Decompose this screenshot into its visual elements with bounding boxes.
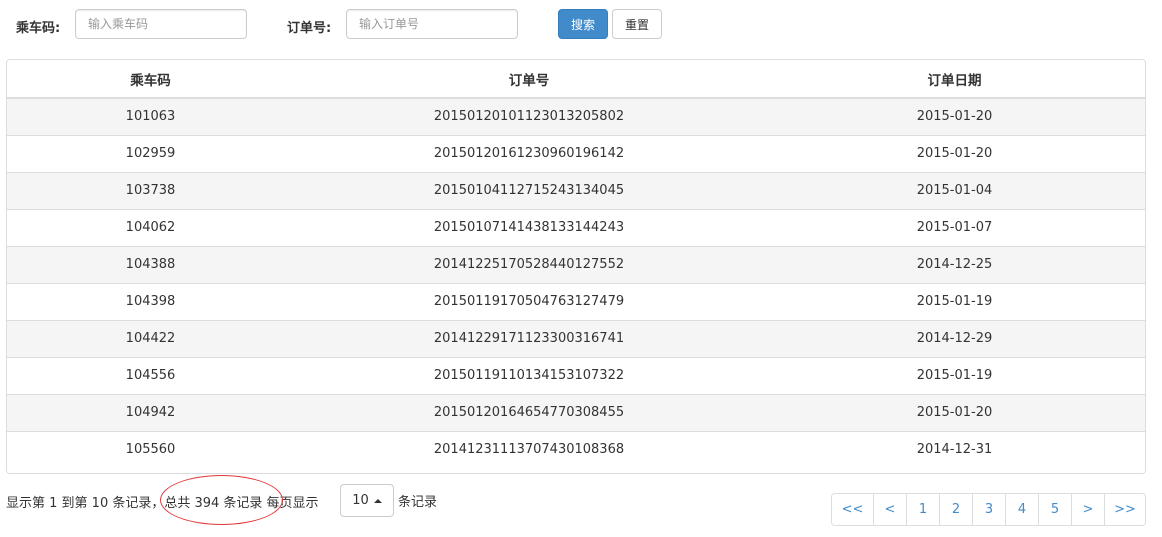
cell-order-date: 2014-12-29 xyxy=(764,319,1145,357)
order-table-container: 乘车码 订单号 订单日期 101063 201501201011230132058… xyxy=(6,59,1146,474)
table-row[interactable]: 104556 20150119110134153107322 2015-01-19 xyxy=(7,356,1145,394)
order-no-label: 订单号: xyxy=(287,21,332,36)
cell-order-date: 2014-12-25 xyxy=(764,245,1145,283)
car-code-input[interactable] xyxy=(75,9,247,39)
cell-order-date: 2015-01-04 xyxy=(764,171,1145,209)
cell-order-date: 2015-01-20 xyxy=(764,393,1145,431)
cell-order-date: 2015-01-20 xyxy=(764,98,1145,135)
cell-order-no: 20141229171123300316741 xyxy=(294,319,764,357)
page-button-1[interactable]: 1 xyxy=(906,494,939,525)
reset-button[interactable]: 重置 xyxy=(612,9,662,39)
cell-order-no: 20150107141438133144243 xyxy=(294,208,764,246)
cell-order-no: 20150120161230960196142 xyxy=(294,134,764,172)
order-no-input[interactable] xyxy=(346,9,518,39)
cell-car-code: 104398 xyxy=(7,282,294,320)
cell-car-code: 102959 xyxy=(7,134,294,172)
cell-order-no: 20150120101123013205802 xyxy=(294,98,764,135)
table-row[interactable]: 103738 20150104112715243134045 2015-01-04 xyxy=(7,171,1145,209)
page-next-button[interactable]: > xyxy=(1071,494,1104,525)
table-row[interactable]: 102959 20150120161230960196142 2015-01-20 xyxy=(7,134,1145,172)
page-size-dropdown[interactable]: 10 xyxy=(340,484,394,517)
table-row[interactable]: 105560 20141231113707430108368 2014-12-31 xyxy=(7,430,1145,468)
cell-order-date: 2015-01-20 xyxy=(764,134,1145,172)
cell-order-date: 2015-01-07 xyxy=(764,208,1145,246)
caret-up-icon xyxy=(373,498,382,503)
cell-car-code: 104556 xyxy=(7,356,294,394)
cell-order-no: 20150120164654770308455 xyxy=(294,393,764,431)
table-row[interactable]: 104398 20150119170504763127479 2015-01-19 xyxy=(7,282,1145,320)
table-header-row: 乘车码 订单号 订单日期 xyxy=(7,60,1145,99)
car-code-label: 乘车码: xyxy=(16,21,61,36)
cell-order-no: 20150119170504763127479 xyxy=(294,282,764,320)
page-button-4[interactable]: 4 xyxy=(1005,494,1038,525)
page-prev-button[interactable]: < xyxy=(873,494,906,525)
page-last-button[interactable]: >> xyxy=(1104,494,1145,525)
per-page-suffix: 条记录 xyxy=(398,495,438,510)
search-button[interactable]: 搜索 xyxy=(558,9,608,39)
page-button-2[interactable]: 2 xyxy=(939,494,972,525)
cell-car-code: 104942 xyxy=(7,393,294,431)
cell-car-code: 105560 xyxy=(7,430,294,468)
page-button-5[interactable]: 5 xyxy=(1038,494,1071,525)
column-header-car-code[interactable]: 乘车码 xyxy=(7,60,294,99)
cell-order-no: 20141231113707430108368 xyxy=(294,430,764,468)
cell-car-code: 103738 xyxy=(7,171,294,209)
page-button-3[interactable]: 3 xyxy=(972,494,1005,525)
pagination: << < 1 2 3 4 5 > >> xyxy=(831,493,1146,526)
cell-order-no: 20150104112715243134045 xyxy=(294,171,764,209)
total-records-text: 总共 394 条记录 xyxy=(164,495,263,511)
cell-car-code: 104388 xyxy=(7,245,294,283)
order-table: 乘车码 订单号 订单日期 101063 201501201011230132058… xyxy=(7,60,1145,468)
cell-car-code: 104422 xyxy=(7,319,294,357)
per-page-prefix: 每页显示 xyxy=(262,495,319,511)
column-header-order-date[interactable]: 订单日期 xyxy=(764,60,1145,99)
table-row[interactable]: 104942 20150120164654770308455 2015-01-20 xyxy=(7,393,1145,431)
cell-order-date: 2015-01-19 xyxy=(764,356,1145,394)
table-row[interactable]: 104062 20150107141438133144243 2015-01-07 xyxy=(7,208,1145,246)
table-row[interactable]: 104388 20141225170528440127552 2014-12-25 xyxy=(7,245,1145,283)
page-first-button[interactable]: << xyxy=(832,494,873,525)
page-info: 显示第 1 到第 10 条记录， 总共 394 条记录 每页显示 xyxy=(6,491,319,511)
cell-order-date: 2015-01-19 xyxy=(764,282,1145,320)
record-range-text: 显示第 1 到第 10 条记录， xyxy=(6,495,165,511)
cell-order-date: 2014-12-31 xyxy=(764,430,1145,468)
cell-car-code: 104062 xyxy=(7,208,294,246)
cell-car-code: 101063 xyxy=(7,98,294,135)
column-header-order-no[interactable]: 订单号 xyxy=(294,60,764,99)
cell-order-no: 20150119110134153107322 xyxy=(294,356,764,394)
table-row[interactable]: 101063 20150120101123013205802 2015-01-20 xyxy=(7,98,1145,135)
table-row[interactable]: 104422 20141229171123300316741 2014-12-29 xyxy=(7,319,1145,357)
search-bar: 乘车码: 订单号: 搜索 重置 xyxy=(0,0,1162,50)
page-size-value: 10 xyxy=(352,493,369,508)
cell-order-no: 20141225170528440127552 xyxy=(294,245,764,283)
